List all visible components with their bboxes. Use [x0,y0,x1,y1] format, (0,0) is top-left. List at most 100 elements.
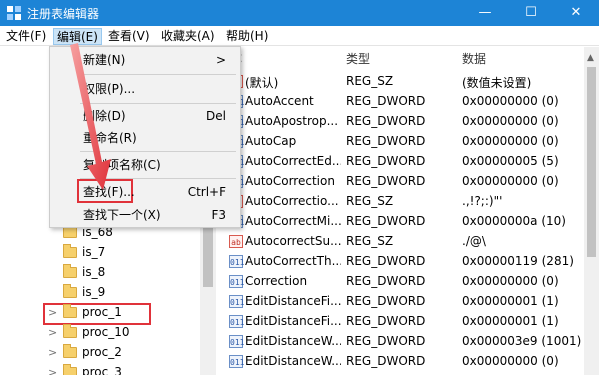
folder-icon [63,344,77,358]
value-data: 0x00000119 (281) [462,254,574,268]
menu-separator [80,74,236,75]
binary-value-icon: 011 [229,335,244,348]
close-button[interactable]: ✕ [553,0,599,26]
menu-favorites[interactable]: 收藏夹(A) [158,28,218,45]
tree-item-proc-3[interactable]: > proc_3 [0,363,200,375]
value-type: REG_DWORD [346,254,426,268]
value-data: 0x00000000 (0) [462,114,559,128]
list-item[interactable]: ab AutocorrectSu... REG_SZ ./@\ [222,232,584,252]
binary-value-icon: 011 [229,295,244,308]
folder-icon [63,304,77,318]
menu-item-label: 权限(P)... [83,82,136,96]
chevron-right-icon[interactable]: > [48,366,57,375]
value-data: 0x00000001 (1) [462,314,559,328]
tree-item-is-9[interactable]: is_9 [0,283,200,303]
menu-item-label: 删除(D) [83,109,126,123]
menu-item-rename[interactable]: 重命名(R) [50,127,240,149]
column-header-data[interactable]: 数据 [462,47,486,71]
menu-item-new[interactable]: 新建(N) > [50,49,240,71]
chevron-right-icon[interactable]: > [48,346,57,359]
menu-item-find-next[interactable]: 查找下一个(X) F3 [50,204,240,226]
list-item[interactable]: 011 EditDistanceW... REG_DWORD 0x0000000… [222,352,584,372]
value-list[interactable]: 称 类型 数据 ab (默认) REG_SZ (数值未设置) 011 AutoA… [222,47,584,375]
value-type: REG_DWORD [346,94,426,108]
chevron-right-icon[interactable]: > [48,306,57,319]
menu-item-copy-key-name[interactable]: 复制项名称(C) [50,154,240,176]
list-item[interactable]: 011 AutoCorrection REG_DWORD 0x00000000 … [222,172,584,192]
menu-file[interactable]: 文件(F) [3,28,49,45]
value-type: REG_DWORD [346,314,426,328]
value-name: AutoCorrectio... [245,194,339,208]
value-name: AutoCorrectEd... [245,154,341,168]
menu-item-label: 新建(N) [83,53,126,67]
maximize-button[interactable]: ☐ [508,0,554,26]
shortcut-label: Del [206,109,226,123]
tree-item-is-7[interactable]: is_7 [0,243,200,263]
menu-view[interactable]: 查看(V) [105,28,153,45]
value-type: REG_DWORD [346,174,426,188]
value-data: 0x00000000 (0) [462,354,559,368]
tree-item-label: proc_10 [82,325,130,339]
window-title: 注册表编辑器 [27,7,100,21]
tree-item-label: is_8 [82,265,106,279]
string-value-icon: ab [229,235,243,248]
value-name: EditDistanceFi... [245,294,341,308]
value-data: 0x00000000 (0) [462,174,559,188]
binary-value-icon: 011 [229,275,244,288]
list-item[interactable]: 011 EditDistanceW... REG_DWORD 0x000003e… [222,332,584,352]
list-item[interactable]: 011 Correction REG_DWORD 0x00000000 (0) [222,272,584,292]
list-item[interactable]: 011 AutoCorrectTh... REG_DWORD 0x0000011… [222,252,584,272]
column-header-type[interactable]: 类型 [346,47,370,71]
list-item[interactable]: 011 AutoApostrop... REG_DWORD 0x00000000… [222,112,584,132]
minimize-button[interactable]: — [462,0,508,26]
tree-item-label: proc_1 [82,305,122,319]
list-item[interactable]: ab AutoCorrectio... REG_SZ .,!?;:)"' [222,192,584,212]
menu-item-label: 查找(F)... [83,185,135,199]
tree-item-label: proc_3 [82,365,122,375]
tree-item-proc-2[interactable]: > proc_2 [0,343,200,363]
value-data: 0x00000005 (5) [462,154,559,168]
tree-item-proc-10[interactable]: > proc_10 [0,323,200,343]
value-data: .,!?;:)"' [462,194,503,208]
list-item[interactable]: 011 EditDistanceFi... REG_DWORD 0x000000… [222,292,584,312]
binary-value-icon: 011 [229,355,244,368]
list-item[interactable]: 011 AutoCorrectMi... REG_DWORD 0x0000000… [222,212,584,232]
list-item[interactable]: 011 EditDistanceFi... REG_DWORD 0x000000… [222,312,584,332]
value-data: 0x00000000 (0) [462,134,559,148]
value-type: REG_DWORD [346,274,426,288]
list-item[interactable]: 011 AutoCap REG_DWORD 0x00000000 (0) [222,132,584,152]
value-type: REG_DWORD [346,354,426,368]
value-name: AutoApostrop... [245,114,339,128]
title-bar: 注册表编辑器 — ☐ ✕ [0,0,599,26]
value-type: REG_SZ [346,234,394,248]
value-type: REG_DWORD [346,114,426,128]
binary-value-icon: 011 [229,255,244,268]
value-name: AutoCorrection [245,174,335,188]
tree-item-proc-1[interactable]: > proc_1 [0,303,200,325]
value-name: AutoAccent [245,94,314,108]
list-item[interactable]: 011 AutoCorrectEd... REG_DWORD 0x0000000… [222,152,584,172]
list-item[interactable]: ab (默认) REG_SZ (数值未设置) [222,72,584,92]
menu-item-permissions[interactable]: 权限(P)... [50,78,240,100]
chevron-right-icon: > [215,53,226,67]
chevron-right-icon[interactable]: > [48,326,57,339]
value-data: (数值未设置) [462,76,532,90]
folder-icon [63,364,77,375]
menu-item-label: 查找下一个(X) [83,208,161,222]
folder-icon [63,324,77,338]
menu-item-delete[interactable]: 删除(D) Del [50,105,240,127]
value-type: REG_DWORD [346,134,426,148]
list-scrollbar[interactable]: ▲ [584,47,599,375]
menu-item-find[interactable]: 查找(F)... Ctrl+F [50,181,240,203]
menu-help[interactable]: 帮助(H) [223,28,271,45]
value-type: REG_DWORD [346,214,426,228]
value-name: AutoCorrectMi... [245,214,341,228]
tree-item-is-8[interactable]: is_8 [0,263,200,283]
value-data: 0x000003e9 (1001) [462,334,582,348]
scroll-up-icon[interactable]: ▲ [587,53,594,63]
list-item[interactable]: 011 AutoAccent REG_DWORD 0x00000000 (0) [222,92,584,112]
scrollbar-thumb[interactable] [203,227,213,287]
scrollbar-thumb[interactable] [587,67,596,257]
value-type: REG_SZ [346,74,394,88]
menu-edit[interactable]: 编辑(E) [53,28,102,45]
